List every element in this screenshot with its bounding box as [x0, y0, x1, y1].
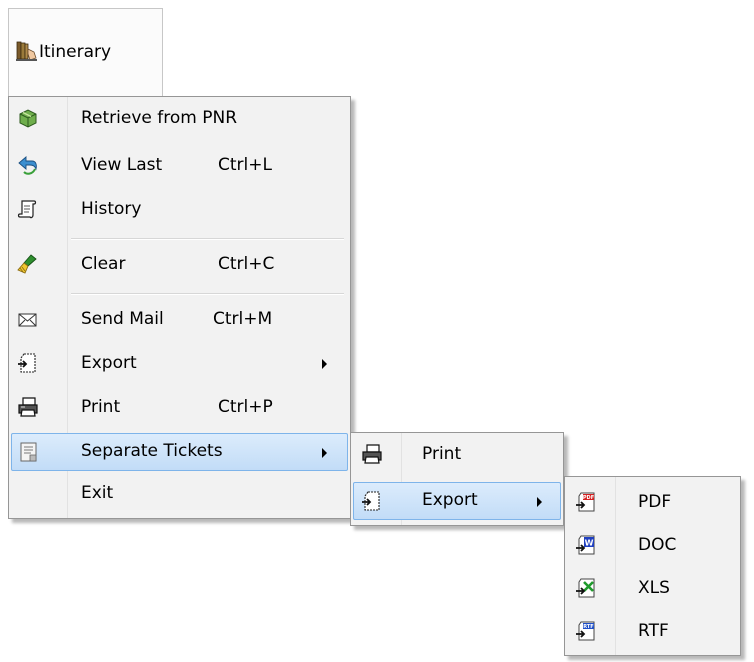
submenu-item-xls[interactable]: XLS [567, 572, 738, 606]
itinerary-menu: Retrieve from PNR View Last Ctrl+L Histo… [8, 96, 351, 519]
menu-item-send-mail[interactable]: Send Mail Ctrl+M [11, 303, 348, 337]
submenu-arrow-icon [322, 359, 327, 369]
stage: Itinerary Retrieve from PNR View Last Ct… [0, 0, 754, 662]
menu-item-label: Print [422, 444, 462, 464]
menu-item-shortcut: Ctrl+P [218, 397, 273, 417]
printer-icon [17, 396, 39, 418]
scroll-icon [17, 198, 39, 220]
export-icon [17, 352, 39, 374]
menubar-item-itinerary[interactable]: Itinerary [8, 8, 163, 97]
ticket-doc-icon [18, 441, 40, 463]
xls-export-icon [575, 577, 597, 599]
menu-item-label: Export [422, 490, 478, 510]
submenu-arrow-icon [537, 497, 542, 507]
submenu-item-pdf[interactable]: PDF PDF [567, 486, 738, 520]
printer-icon [361, 443, 383, 465]
menu-item-label: View Last [81, 155, 163, 175]
menu-item-shortcut: Ctrl+L [218, 155, 272, 175]
pdf-export-icon: PDF [575, 491, 597, 513]
menu-item-shortcut: Ctrl+M [213, 309, 273, 329]
menu-item-export[interactable]: Export [11, 347, 348, 381]
menu-separator [71, 238, 344, 240]
menu-item-label: Exit [81, 483, 114, 503]
svg-text:PDF: PDF [583, 495, 594, 501]
broom-icon [17, 253, 39, 275]
menu-item-label: Retrieve from PNR [81, 108, 238, 128]
menu-item-print[interactable]: Print Ctrl+P [11, 391, 348, 425]
menu-item-label: History [81, 199, 142, 219]
menu-item-shortcut: Ctrl+C [218, 254, 275, 274]
submenu-item-print[interactable]: Print [353, 438, 561, 472]
separate-tickets-submenu: Print Export [350, 432, 564, 526]
menu-item-label: Export [81, 353, 137, 373]
menu-item-label: Separate Tickets [81, 441, 223, 461]
menu-item-exit[interactable]: Exit [11, 477, 348, 511]
svg-text:RTF: RTF [583, 624, 593, 630]
menu-item-label: Clear [81, 254, 126, 274]
menu-item-separate-tickets[interactable]: Separate Tickets [11, 433, 348, 471]
submenu-item-rtf[interactable]: RTF RTF [567, 615, 738, 649]
menu-item-label: Send Mail [81, 309, 164, 329]
rtf-export-icon: RTF [575, 620, 597, 642]
menu-item-view-last[interactable]: View Last Ctrl+L [11, 149, 348, 183]
menu-item-retrieve-from-pnr[interactable]: Retrieve from PNR [11, 102, 348, 136]
menu-item-label: DOC [638, 535, 677, 555]
menu-item-label: Print [81, 397, 121, 417]
submenu-item-doc[interactable]: W DOC [567, 529, 738, 563]
menu-item-label: RTF [638, 621, 669, 641]
menu-item-history[interactable]: History [11, 193, 348, 227]
menu-separator [71, 293, 344, 295]
menu-item-clear[interactable]: Clear Ctrl+C [11, 248, 348, 282]
submenu-arrow-icon [322, 448, 327, 458]
menubar-title: Itinerary [39, 42, 112, 62]
svg-text:W: W [585, 539, 594, 548]
menu-item-label: XLS [638, 578, 670, 598]
doc-export-icon: W [575, 534, 597, 556]
menu-item-label: PDF [638, 492, 672, 512]
envelope-icon [17, 308, 39, 330]
itinerary-books-icon [16, 40, 38, 62]
retrieve-box-icon [17, 107, 39, 129]
export-icon [361, 490, 383, 512]
submenu-item-export[interactable]: Export [353, 482, 561, 520]
export-submenu: PDF PDF W DOC XLS RTF RTF [564, 476, 741, 656]
back-arrow-icon [17, 154, 39, 176]
